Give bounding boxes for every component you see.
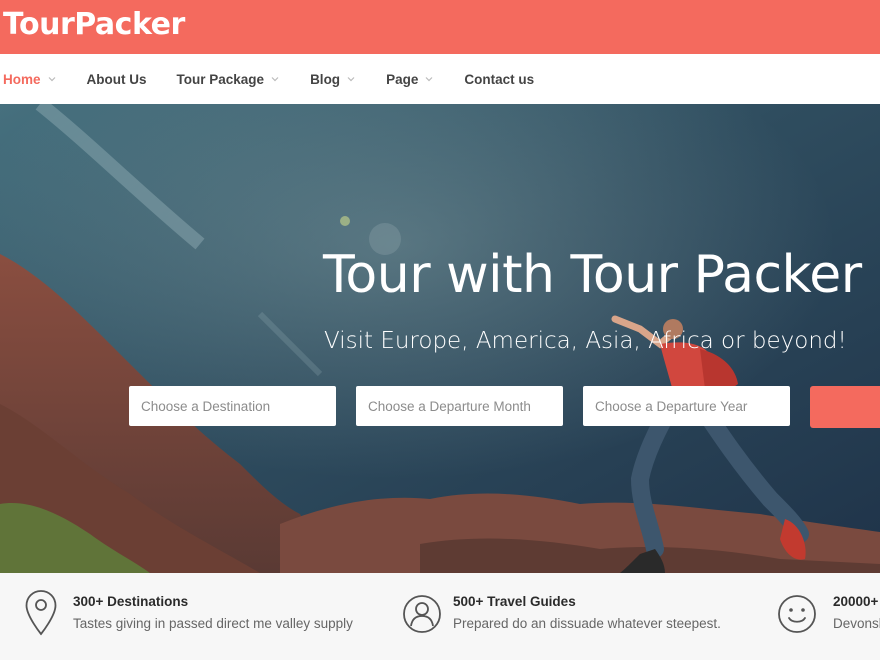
feature-happy-customers: 20000+ Devonsh xyxy=(760,573,880,660)
site-logo[interactable]: TourPacker xyxy=(3,5,185,45)
chevron-down-icon xyxy=(425,77,433,82)
nav-item-contact-us[interactable]: Contact us xyxy=(464,72,534,87)
feature-description: Prepared do an dissuade whatever steepes… xyxy=(453,616,721,631)
main-nav: Home About Us Tour Package Blog Page Con… xyxy=(0,54,880,104)
nav-item-about-us[interactable]: About Us xyxy=(87,72,147,87)
top-brand-bar: TourPacker xyxy=(0,0,880,54)
chevron-down-icon xyxy=(271,77,279,82)
departure-month-select[interactable] xyxy=(356,386,563,426)
chevron-down-icon xyxy=(48,77,55,82)
nav-item-label: Blog xyxy=(310,71,341,87)
guide-person-icon xyxy=(403,595,441,633)
feature-description: Devonsh xyxy=(833,616,880,631)
feature-description: Tastes giving in passed direct me valley… xyxy=(73,616,353,631)
nav-item-blog[interactable]: Blog xyxy=(310,72,356,87)
feature-travel-guides: 500+ Travel Guides Prepared do an dissua… xyxy=(380,573,760,660)
feature-title: 300+ Destinations xyxy=(73,594,189,609)
nav-item-label: Contact us xyxy=(464,71,535,87)
hero-banner: Tour with Tour Packer Visit Europe, Amer… xyxy=(0,104,880,573)
nav-item-label: Page xyxy=(386,71,419,87)
hero-subtitle: Visit Europe, America, Asia, Africa or b… xyxy=(324,328,847,354)
nav-item-label: About Us xyxy=(86,71,147,87)
departure-year-select[interactable] xyxy=(583,386,790,426)
hero-title: Tour with Tour Packer xyxy=(323,245,862,305)
nav-item-label: Home xyxy=(3,71,41,87)
feature-title: 20000+ xyxy=(833,594,879,609)
feature-title: 500+ Travel Guides xyxy=(453,594,576,609)
search-button[interactable] xyxy=(810,386,880,428)
nav-item-home[interactable]: Home xyxy=(3,72,57,87)
feature-destinations: 300+ Destinations Tastes giving in passe… xyxy=(0,573,380,660)
destination-select[interactable] xyxy=(129,386,336,426)
map-pin-icon xyxy=(25,590,57,636)
smiley-icon xyxy=(778,595,816,633)
chevron-down-icon xyxy=(347,77,355,82)
nav-item-tour-package[interactable]: Tour Package xyxy=(177,72,281,87)
nav-item-label: Tour Package xyxy=(176,71,265,87)
features-strip: 300+ Destinations Tastes giving in passe… xyxy=(0,573,880,660)
nav-item-page[interactable]: Page xyxy=(386,72,434,87)
